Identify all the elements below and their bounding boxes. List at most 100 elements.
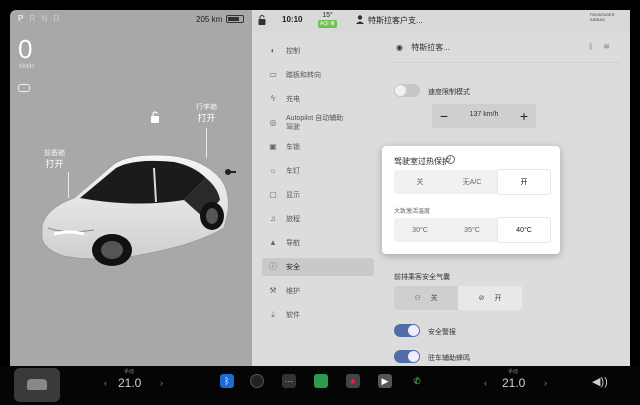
aqi-badge: AQI 良	[318, 20, 338, 28]
park-assist-label: 驻车辅助蜂鸣	[428, 355, 470, 362]
overheat-noac-option[interactable]: 无A/C	[446, 170, 498, 194]
clock: 10:10	[282, 15, 303, 24]
gear-r: R	[29, 14, 38, 23]
passenger-temp-mode: 手动	[508, 369, 519, 375]
nav-autopilot[interactable]: ◎ Autopilot 自动辅助驾驶	[262, 112, 374, 134]
battery-icon	[226, 15, 244, 23]
speed-plus-button[interactable]: +	[514, 106, 534, 126]
camera-app-icon[interactable]	[250, 374, 264, 388]
settings-nav: ◐ 控制 ▭ 踏板和转向 ϟ 充电 ◎ Autopilot 自动辅助驾驶 ▣ 车锁 ☼ 车灯…	[252, 32, 380, 366]
profile-name[interactable]: 特斯拉客户支...	[368, 15, 423, 26]
header-icons: ᛒ≋	[588, 42, 620, 51]
airbag-on-icon: ⊘	[478, 295, 485, 302]
outside-temp: 15°	[322, 12, 333, 19]
nav-display[interactable]: ▢ 显示	[262, 186, 374, 204]
passenger-airbag-label: 前排乘客安全气囊	[394, 274, 450, 281]
park-assist-toggle[interactable]	[394, 350, 420, 363]
lock-status-icon[interactable]	[258, 15, 266, 27]
speed-minus-button[interactable]: −	[434, 106, 454, 126]
car-illustration	[41, 154, 229, 266]
car-home-button[interactable]	[14, 368, 60, 402]
phone-app-icon[interactable]: ✆	[410, 374, 424, 388]
display-icon: ▢	[269, 190, 277, 199]
info-icon[interactable]: i	[446, 155, 455, 164]
divider	[390, 62, 620, 63]
airbag-off-icon: ⚇	[414, 295, 421, 302]
cabin-overheat-selector[interactable]: 关 无A/C 开	[394, 170, 550, 194]
apps-launcher-icon[interactable]: ···	[282, 374, 296, 388]
passenger-temp-up-icon[interactable]: ›	[544, 378, 547, 388]
temp-30-option[interactable]: 30°C	[394, 218, 446, 242]
toggle-icon: ◐	[270, 46, 276, 55]
nav-safety[interactable]: ⓘ 安全	[262, 258, 374, 276]
overheat-off-option[interactable]: 关	[394, 170, 446, 194]
car-panel: P R N D 205 km 0 KM/H 行李箱 打开 前备箱 打开	[10, 10, 252, 366]
speed-limit-stepper[interactable]: − 137 km/h +	[432, 104, 536, 128]
trunk-label: 行李箱	[196, 104, 217, 111]
trip-icon: ♫	[270, 214, 276, 223]
lock-icon: ▣	[269, 142, 277, 151]
screen: P R N D 205 km 0 KM/H 行李箱 打开 前备箱 打开 10:1…	[0, 0, 640, 405]
activation-temp-selector[interactable]: 30°C 35°C 40°C	[394, 218, 550, 242]
driver-temp[interactable]: 21.0	[118, 376, 141, 390]
nav-trips[interactable]: ♫ 旅程	[262, 210, 374, 228]
unlock-icon[interactable]	[150, 110, 160, 123]
nav-locks[interactable]: ▣ 车锁	[262, 138, 374, 156]
passenger-airbag-indicator: PASSENGER AIRBAG	[590, 12, 615, 22]
bluetooth-app-icon[interactable]: ᛒ	[220, 374, 234, 388]
speed-unit: KM/H	[19, 64, 34, 70]
profile-icon[interactable]	[356, 15, 364, 26]
airbag-off-option[interactable]: ⚇ 关	[394, 286, 458, 310]
nav-controls[interactable]: ◐ 控制	[262, 42, 374, 60]
steering-icon: ◎	[269, 118, 277, 127]
passenger-airbag-selector[interactable]: ⚇ 关 ⊘ 开	[394, 286, 522, 310]
airbag-on-option[interactable]: ⊘ 开	[458, 286, 522, 310]
nav-service[interactable]: ⚒ 维护	[262, 282, 374, 300]
trunk-open-button[interactable]: 打开	[196, 113, 217, 124]
download-icon: ⤓	[271, 310, 275, 319]
nav-software[interactable]: ⤓ 软件	[262, 306, 374, 324]
driver-profile-row[interactable]: ◉ 特斯拉客...	[396, 42, 450, 53]
passenger-temp-down-icon[interactable]: ‹	[484, 378, 487, 388]
nav-charging[interactable]: ϟ 充电	[262, 90, 374, 108]
gear-n: N	[41, 14, 50, 23]
security-alarm-toggle[interactable]	[394, 324, 420, 337]
nav-lights[interactable]: ☼ 车灯	[262, 162, 374, 180]
range-readout: 205 km	[196, 15, 223, 24]
gear-d: D	[53, 14, 62, 23]
top-status-bar: 10:10 15° AQI 良 特斯拉客户支... PASSENGER AIRB…	[252, 10, 630, 32]
shield-icon: ⓘ	[269, 262, 277, 271]
cabin-overheat-title: 驾驶室过热保护	[394, 157, 450, 166]
nav-navigation[interactable]: ▲ 导航	[262, 234, 374, 252]
headlight-icon	[18, 84, 30, 92]
trunk-callout[interactable]: 行李箱 打开	[196, 102, 217, 124]
weather: 15° AQI 良	[318, 12, 338, 28]
activation-temp-label: 大致激活温度	[394, 209, 431, 215]
gear-p: P	[18, 14, 26, 23]
calendar-app-icon[interactable]	[314, 374, 328, 388]
wifi-icon[interactable]: ≋	[603, 42, 620, 51]
bluetooth-icon[interactable]: ᛒ	[588, 42, 603, 51]
light-icon: ☼	[269, 166, 277, 175]
volume-icon[interactable]: ◀))	[592, 375, 608, 388]
driver-temp-up-icon[interactable]: ›	[160, 378, 163, 388]
gear-selector: P R N D	[18, 14, 61, 23]
overheat-on-option[interactable]: 开	[498, 170, 550, 194]
temp-35-option[interactable]: 35°C	[446, 218, 498, 242]
bolt-icon: ϟ	[270, 94, 276, 103]
driver-temp-down-icon[interactable]: ‹	[104, 378, 107, 388]
speed-readout: 0	[18, 34, 33, 64]
temp-40-option[interactable]: 40°C	[498, 218, 550, 242]
nav-icon: ▲	[269, 238, 277, 247]
nav-pedals-steering[interactable]: ▭ 踏板和转向	[262, 66, 374, 84]
speed-limit-toggle[interactable]	[394, 84, 420, 97]
driver-temp-mode: 手动	[124, 369, 135, 375]
wrench-icon: ⚒	[269, 286, 277, 295]
dashcam-app-icon[interactable]: ●	[346, 374, 360, 388]
speed-limit-value: 137 km/h	[469, 111, 499, 118]
security-alarm-label: 安全警报	[428, 329, 456, 336]
car-icon: ▭	[269, 70, 277, 79]
driver-profile-name: 特斯拉客...	[411, 43, 450, 52]
media-app-icon[interactable]: ▶	[378, 374, 392, 388]
passenger-temp[interactable]: 21.0	[502, 376, 525, 390]
